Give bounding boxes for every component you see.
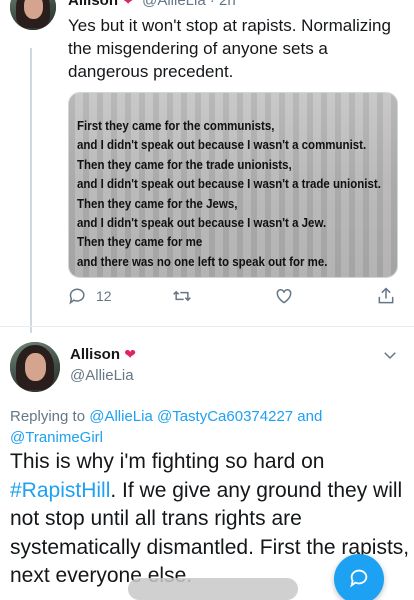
quote-line: and I didn't speak out because I wasn't … xyxy=(77,216,327,231)
overlay-icon[interactable] xyxy=(262,583,274,595)
quote-line: Then they came for the Jews, xyxy=(77,196,238,211)
overlay-icon[interactable] xyxy=(152,583,164,595)
hashtag-link[interactable]: #RapistHill xyxy=(10,479,110,502)
overlay-icon[interactable] xyxy=(225,583,237,595)
reply-prefix: Replying to xyxy=(10,408,86,425)
display-name[interactable]: Allison xyxy=(68,0,118,9)
like-icon xyxy=(276,288,292,304)
avatar[interactable] xyxy=(10,0,56,30)
tweet-actions: 12 xyxy=(68,286,404,310)
quote-line: First they came for the communists, xyxy=(77,119,275,133)
chevron-down-icon[interactable] xyxy=(381,346,399,364)
image-quote: First they came for the communists, and … xyxy=(77,117,381,272)
quote-line: and I didn't speak out because I wasn't … xyxy=(77,177,381,192)
reply-count: 12 xyxy=(96,288,112,304)
share-icon xyxy=(378,287,394,304)
retweet-button[interactable] xyxy=(172,286,192,306)
reply-icon xyxy=(69,288,85,305)
reply-button[interactable]: 12 xyxy=(68,286,112,306)
reply-context: Replying to @AllieLia @TastyCa60374227 a… xyxy=(10,406,405,448)
tweet-image[interactable]: First they came for the communists, and … xyxy=(68,92,398,278)
quote-line: Then they came for the trade unionists, xyxy=(77,157,292,172)
handle: @AllieLia · 2h xyxy=(142,0,236,9)
like-button[interactable] xyxy=(274,286,294,306)
share-button[interactable] xyxy=(376,286,396,306)
compose-icon xyxy=(350,569,368,588)
quote-line: and I didn't speak out because I wasn't … xyxy=(77,138,367,153)
heart-icon: ❤ xyxy=(122,0,134,8)
compose-button[interactable] xyxy=(334,554,384,600)
display-name-row: Allison ❤ xyxy=(70,346,136,363)
handle[interactable]: @AllieLia xyxy=(70,367,134,384)
tweet-header: Allison ❤ @AllieLia · 2h xyxy=(68,0,236,9)
retweet-icon xyxy=(173,290,191,302)
overlay-icon[interactable] xyxy=(189,583,201,595)
avatar[interactable] xyxy=(10,342,60,392)
thread-line xyxy=(30,48,32,333)
heart-icon: ❤ xyxy=(124,346,136,362)
quote-line: Then they came for me xyxy=(77,235,203,250)
media-overlay-bar xyxy=(128,578,298,600)
display-name[interactable]: Allison xyxy=(70,346,120,363)
tweet-text-before: This is why i'm fighting so hard on xyxy=(10,450,325,473)
tweet-text: Yes but it won't stop at rapists. Normal… xyxy=(68,16,391,81)
divider xyxy=(0,326,414,327)
quote-line: and there was no one left to speak out f… xyxy=(77,254,328,269)
